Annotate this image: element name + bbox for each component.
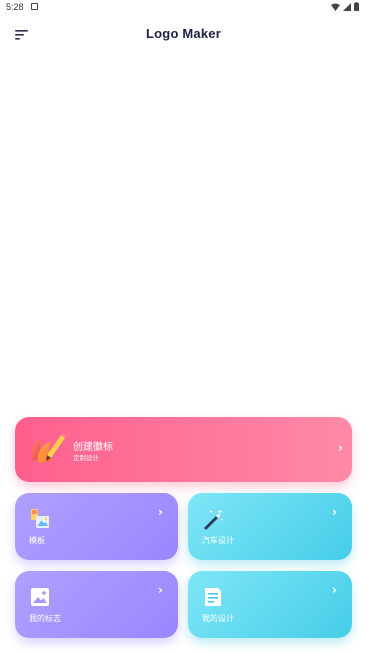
wifi-icon [331,3,340,11]
status-bar: 5:28 [0,0,367,14]
templates-card[interactable]: 模板 › [15,493,178,560]
chevron-right-icon: › [158,583,163,597]
my-designs-label: 我的设计 [202,614,234,623]
templates-label: 模板 [29,536,45,545]
app-bar: Logo Maker [0,20,367,48]
create-logo-title: 创建徽标 [73,442,113,453]
brush-icon [31,432,67,463]
template-icon [31,509,49,528]
battery-icon [354,2,359,11]
signal-icon [343,2,351,11]
notification-icon [31,3,38,10]
car-design-card[interactable]: 汽车设计 › [188,493,352,560]
chevron-right-icon: › [332,583,337,597]
status-time: 5:28 [6,2,24,12]
my-designs-card[interactable]: 我的设计 › [188,571,352,638]
create-logo-card[interactable]: 创建徽标 定制设计 › [15,417,352,482]
my-logos-label: 我的标志 [29,614,61,623]
status-icons [331,2,359,11]
chevron-right-icon: › [332,505,337,519]
my-logos-card[interactable]: 我的标志 › [15,571,178,638]
app-title: Logo Maker [146,26,221,41]
create-logo-subtitle: 定制设计 [73,454,99,462]
car-design-label: 汽车设计 [202,536,234,545]
chevron-right-icon: › [338,441,343,455]
image-icon [31,588,49,606]
chevron-right-icon: › [158,505,163,519]
magic-wand-icon [204,509,224,530]
document-icon [205,588,221,606]
